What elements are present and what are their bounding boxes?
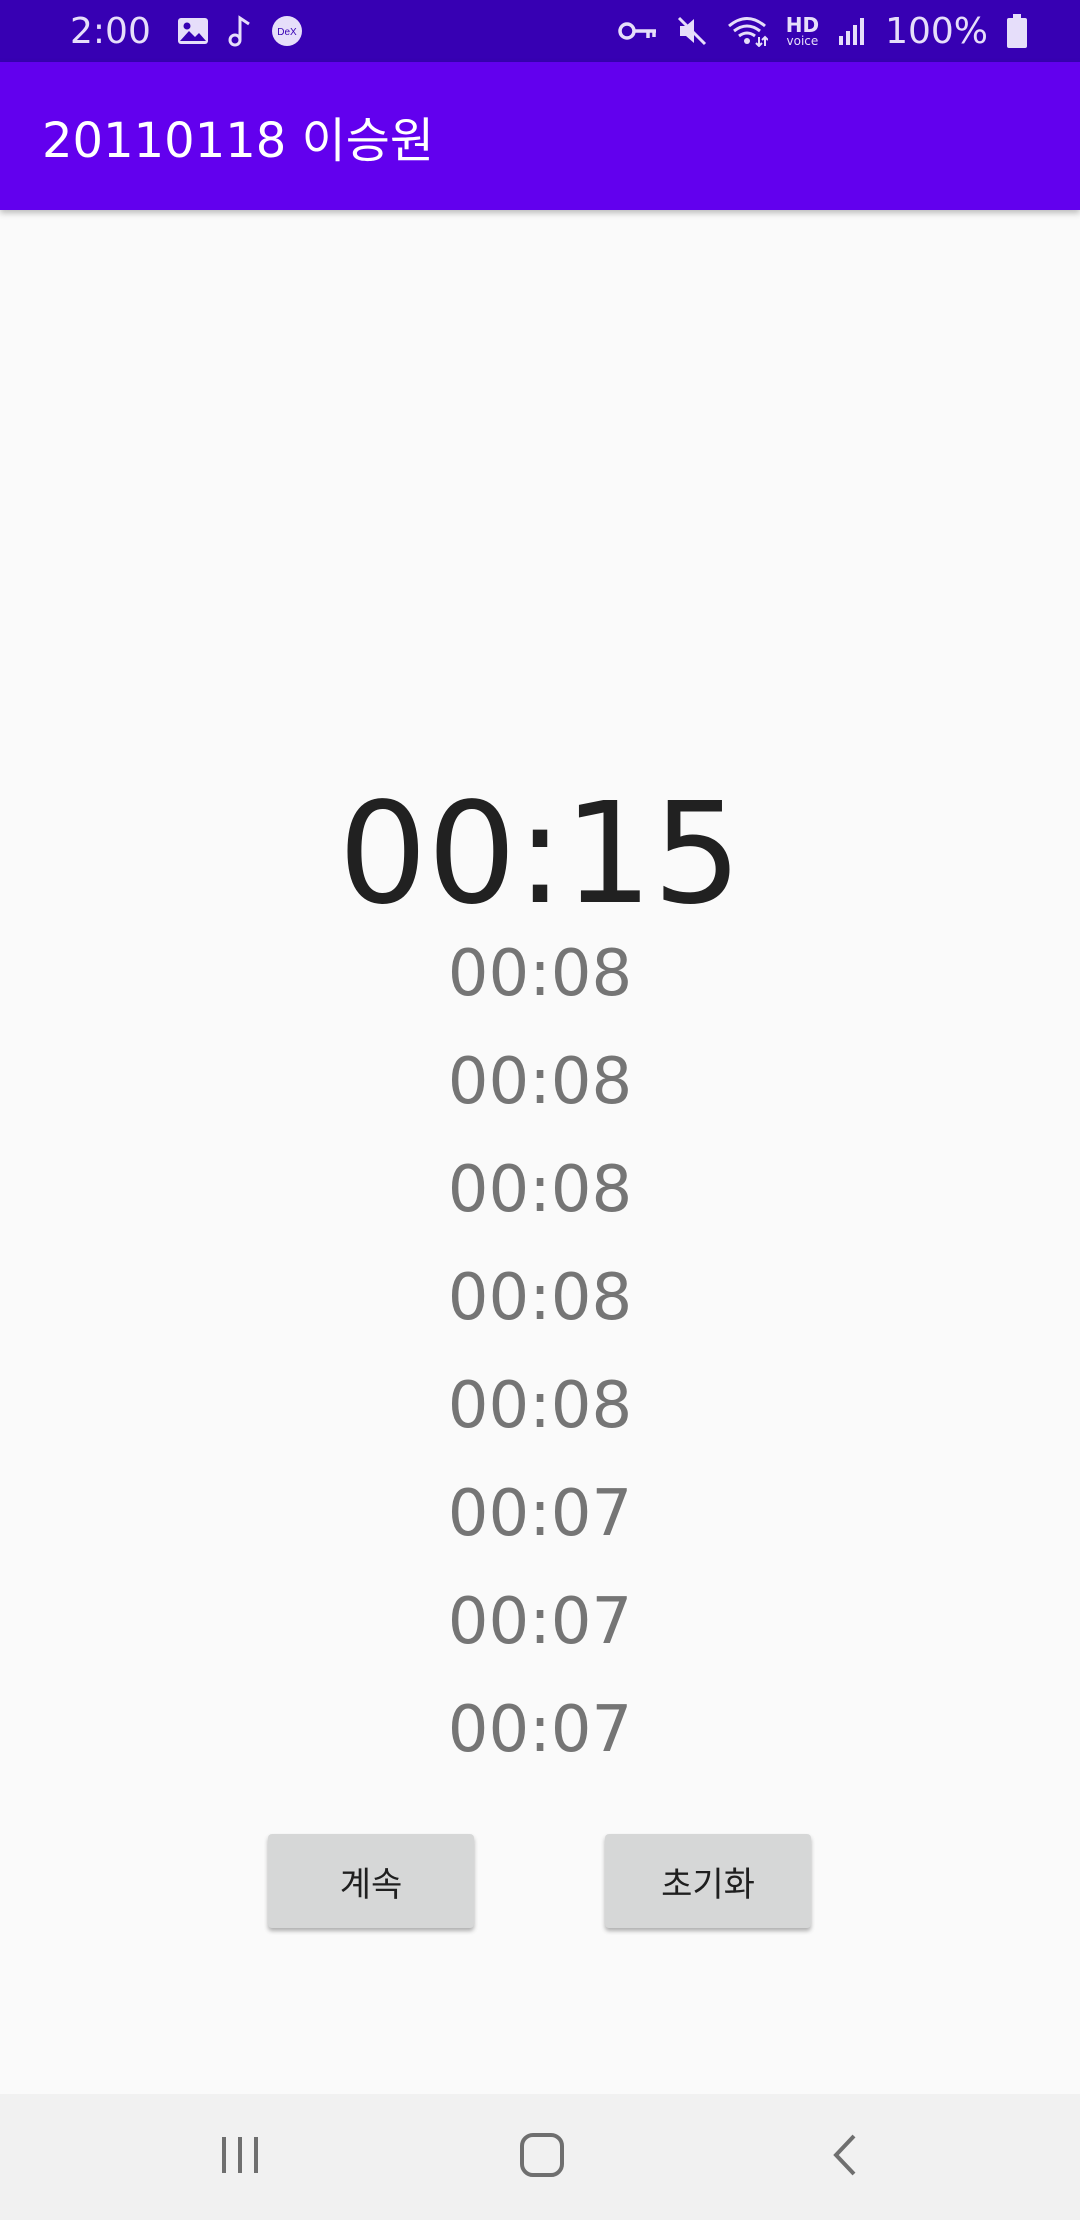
signal-icon [837, 16, 867, 46]
button-row: 계속 초기화 [0, 1834, 1080, 1928]
recents-icon [218, 2135, 262, 2179]
app-bar: 20110118 이승원 [0, 62, 1080, 210]
stopwatch-time: 00:15 [338, 773, 742, 936]
vpn-key-icon [617, 19, 658, 43]
dex-icon: DeX [271, 15, 303, 47]
app-title: 20110118 이승원 [42, 113, 435, 169]
wifi-icon [726, 15, 768, 47]
voice-label: voice [786, 34, 819, 48]
continue-button[interactable]: 계속 [268, 1834, 474, 1928]
lap-item: 00:08 [447, 1153, 633, 1227]
dex-label: DeX [277, 27, 297, 38]
status-left: 2:00 DeX [70, 11, 303, 52]
battery-icon [1006, 14, 1028, 48]
lap-item: 00:07 [447, 1693, 633, 1767]
status-time: 2:00 [70, 10, 151, 52]
lap-item: 00:08 [447, 1369, 633, 1443]
lap-list: 00:08 00:08 00:08 00:08 00:08 00:07 00:0… [0, 935, 1080, 1799]
mute-icon [676, 15, 708, 47]
status-bar: 2:00 DeX HD voice 100% [0, 0, 1080, 62]
lap-item: 00:08 [447, 937, 633, 1011]
home-icon [519, 2132, 565, 2182]
navigation-bar [0, 2094, 1080, 2220]
lap-item: 00:07 [447, 1585, 633, 1659]
hd-label: HD [785, 13, 820, 37]
back-button[interactable] [785, 2124, 905, 2190]
image-icon [177, 17, 209, 45]
battery-percent: 100% [885, 10, 988, 52]
back-icon [830, 2133, 860, 2181]
screen: 2:00 DeX HD voice 100% 20110118 이승원 00:1… [0, 0, 1080, 2220]
hd-voice-icon: HD voice [786, 15, 819, 47]
lap-item: 00:08 [447, 1045, 633, 1119]
status-right: HD voice 100% [617, 10, 1028, 52]
recents-button[interactable] [180, 2124, 300, 2190]
home-button[interactable] [482, 2124, 602, 2190]
music-note-icon [227, 15, 253, 47]
lap-item: 00:07 [447, 1477, 633, 1551]
lap-item: 00:08 [447, 1261, 633, 1335]
reset-button[interactable]: 초기화 [605, 1834, 811, 1928]
